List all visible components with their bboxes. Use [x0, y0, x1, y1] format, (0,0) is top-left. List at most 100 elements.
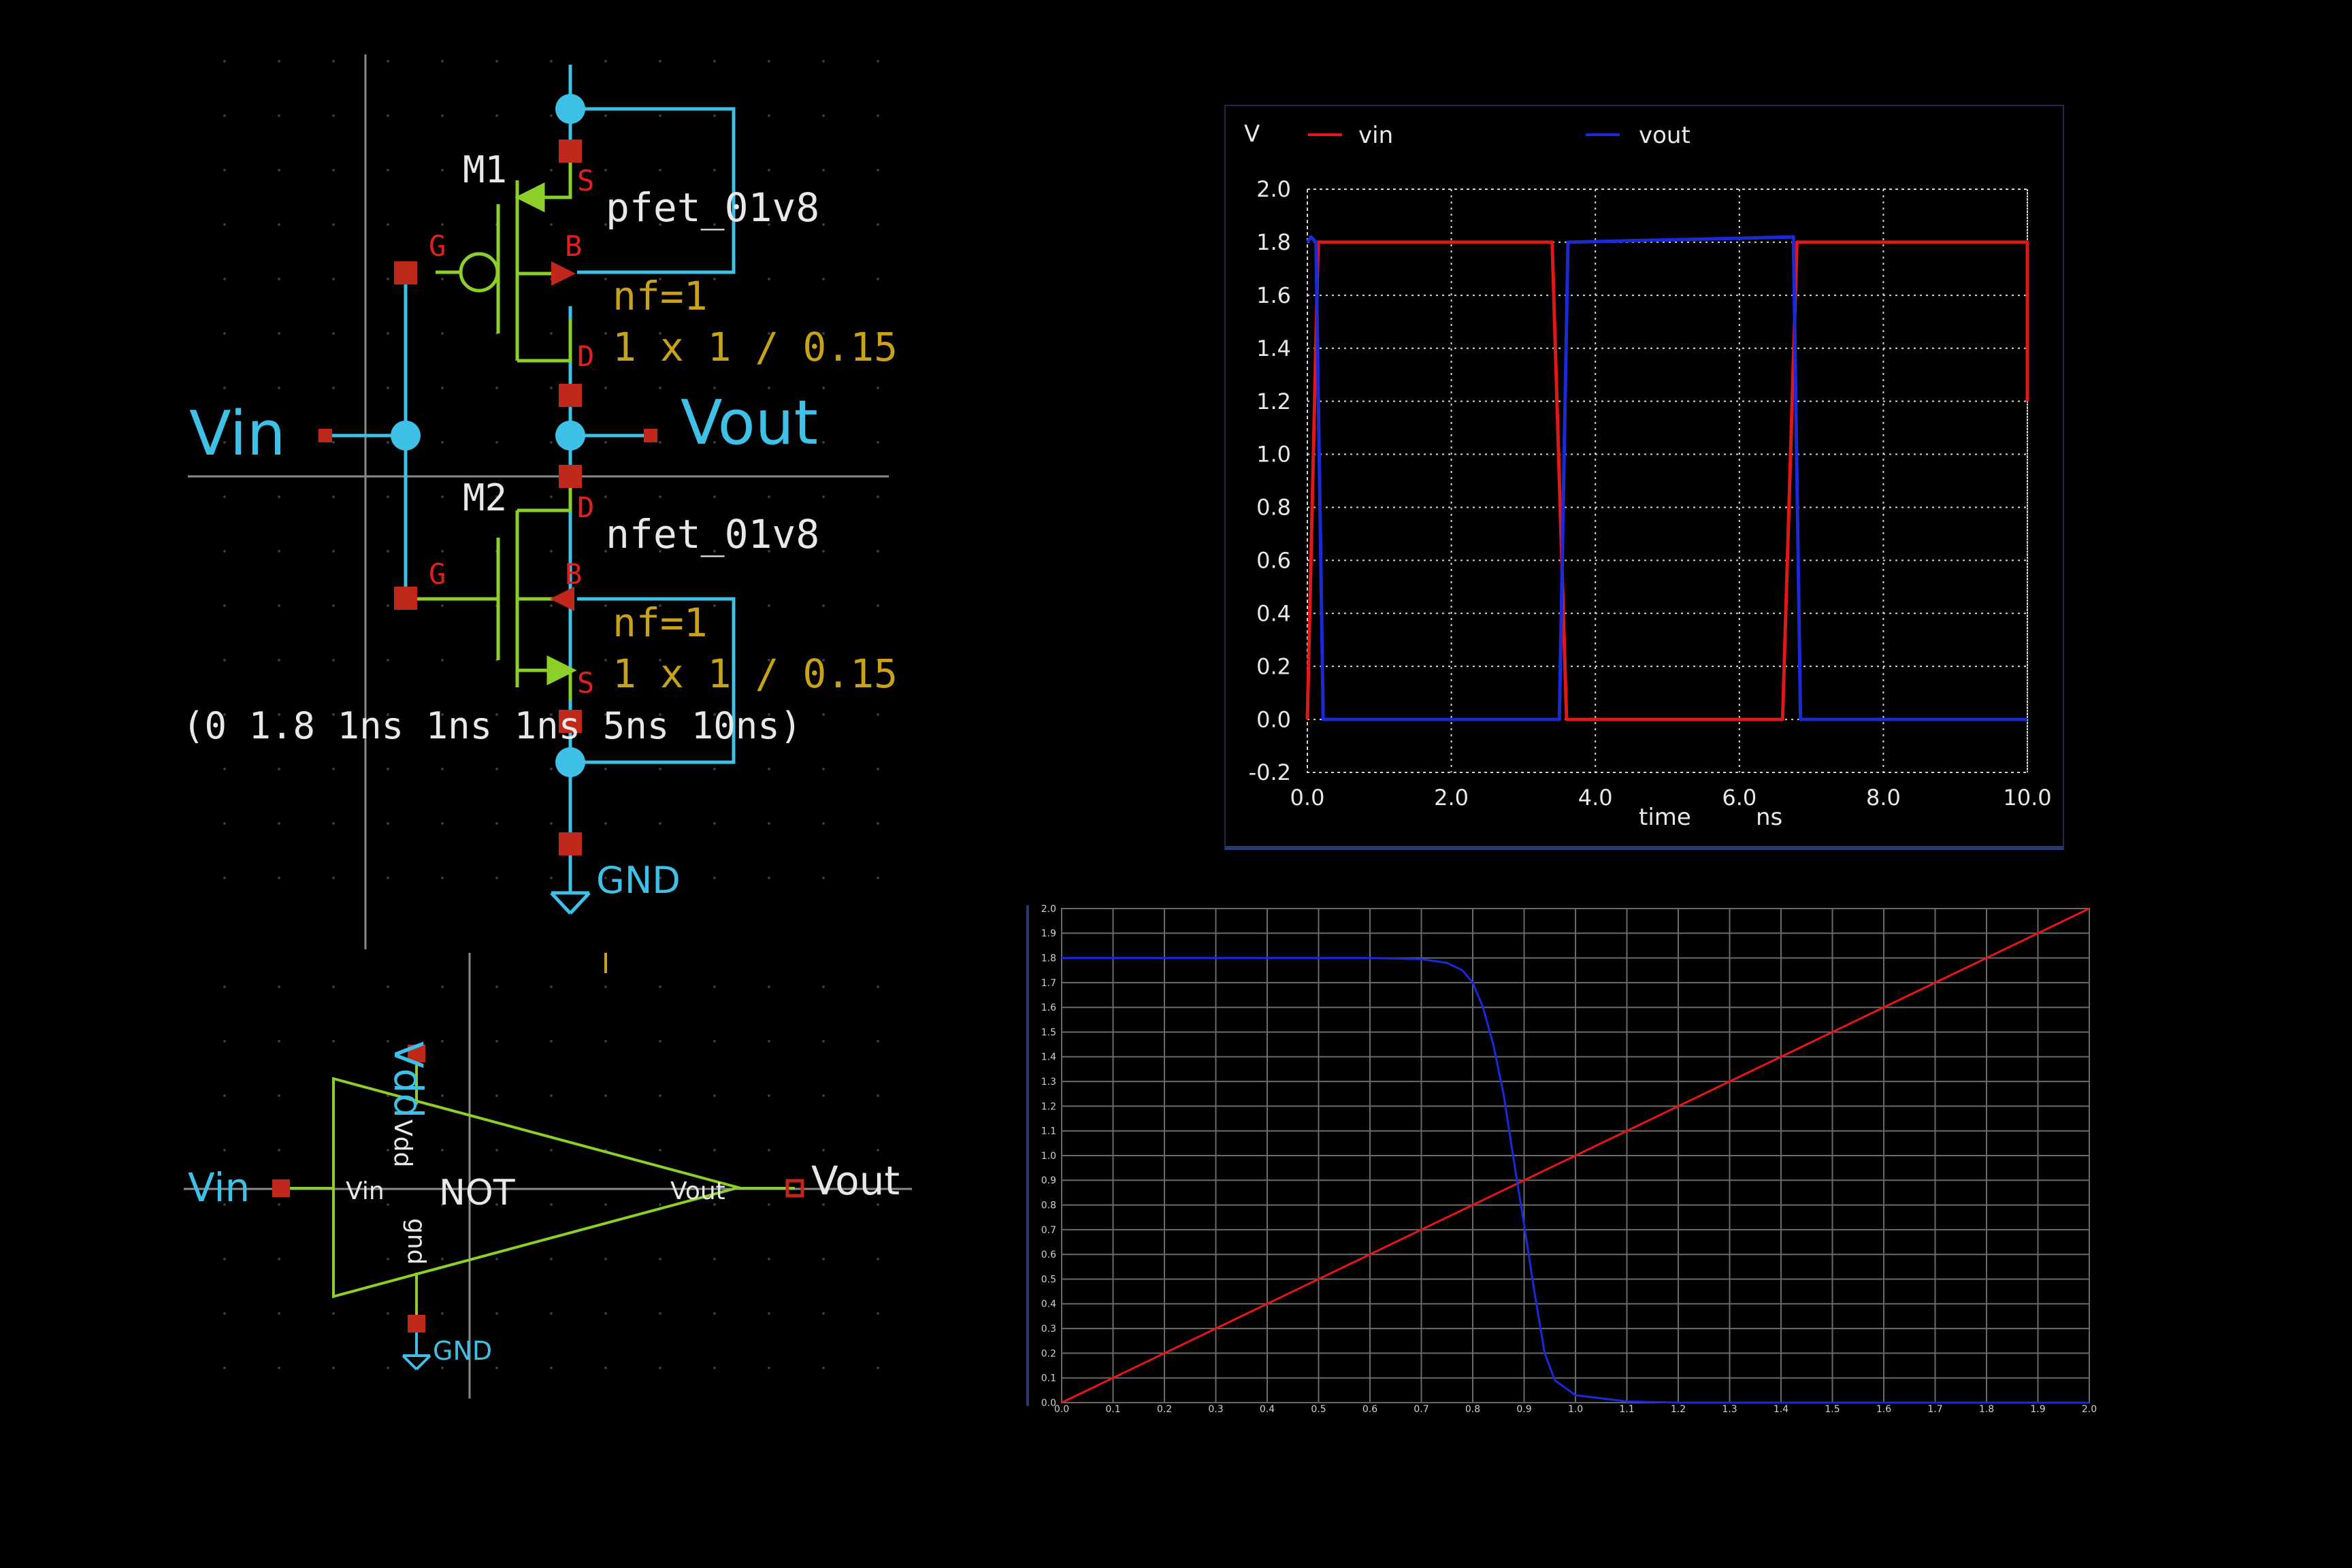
x-tick-label: 0.7 [1414, 1404, 1428, 1415]
symbol-pin-gnd: gnd [402, 1218, 430, 1265]
y-tick-label: 0.2 [1041, 1348, 1056, 1359]
y-tick-label: -0.2 [1249, 760, 1291, 785]
y-tick-label: 1.4 [1256, 336, 1291, 361]
m2-pin-s: S [577, 666, 594, 700]
y-tick-label: 0.9 [1041, 1175, 1056, 1186]
gnd-label: GND [596, 859, 681, 902]
y-tick-label: 0.5 [1041, 1274, 1056, 1285]
y-tick-label: 1.4 [1041, 1052, 1056, 1063]
y-tick-label: 0.2 [1256, 653, 1291, 679]
x-tick-label: 0.6 [1362, 1404, 1377, 1415]
m2-pin-b: B [565, 557, 582, 591]
y-tick-label: 0.6 [1041, 1250, 1056, 1260]
symbol-pin-vdd: Vdd [389, 1120, 416, 1167]
symbol-vin-label: Vin [188, 1164, 250, 1211]
m1-size: 1 x 1 / 0.15 [612, 324, 898, 370]
symbol-vdd-label: Vdd [385, 1041, 431, 1118]
x-tick-label: 1.4 [1774, 1404, 1788, 1415]
x-tick-label: 0.1 [1105, 1404, 1120, 1415]
legend-label-vin: vin [1358, 122, 1393, 149]
transient-chart[interactable]: 0.0 2.0 4.0 6.0 8.0 10.0-0.20.00.20.40.60.81.… [1224, 105, 2064, 850]
symbol-grid [184, 953, 912, 1402]
m2-model: nfet_01v8 [606, 511, 819, 557]
y-tick-label: 0.0 [1041, 1398, 1056, 1409]
y-tick-label: 0.4 [1256, 600, 1291, 626]
m1-nf: nf=1 [612, 273, 708, 319]
y-tick-label: 0.3 [1041, 1324, 1056, 1335]
not-gate-symbol[interactable]: Vin Vout Vdd GND NOT Vin Vout Vdd gnd [184, 953, 912, 1402]
m2-name: M2 [463, 476, 507, 519]
y-tick-label: 0.8 [1041, 1200, 1056, 1211]
y-tick-label: 1.2 [1041, 1101, 1056, 1112]
y-tick-label: 2.0 [1256, 176, 1291, 202]
m2-pin-d: D [577, 491, 594, 524]
y-tick-label: 1.1 [1041, 1126, 1056, 1137]
y-tick-label: 1.3 [1041, 1077, 1056, 1088]
y-tick-label: 1.6 [1041, 1002, 1056, 1013]
x-tick-label: 1.3 [1722, 1404, 1737, 1415]
x-tick-label: 0.3 [1208, 1404, 1223, 1415]
x-tick-label: 0.4 [1260, 1404, 1275, 1415]
x-tick-label: 1.5 [1825, 1404, 1840, 1415]
inverter-schematic: M1 S G B D pfet_01v8 nf=1 1 x 1 / 0.15 M… [182, 41, 898, 973]
y-tick-label: 1.5 [1041, 1027, 1056, 1038]
y-tick-label: 1.9 [1041, 928, 1056, 939]
y-tick-label: 1.2 [1256, 389, 1291, 414]
transient-ylabel: V [1244, 120, 1260, 148]
m1-pin-g: G [429, 229, 446, 263]
y-tick-label: 0.1 [1041, 1373, 1056, 1384]
symbol-pin-vin: Vin [346, 1177, 385, 1205]
x-tick-label: 1.6 [1876, 1404, 1891, 1415]
x-tick-label: 1.1 [1619, 1404, 1634, 1415]
y-tick-label: 0.6 [1256, 548, 1291, 574]
y-tick-label: 0.4 [1041, 1299, 1056, 1310]
x-tick-label: 1.0 [1568, 1404, 1583, 1415]
x-tick-label: 0.0 [1054, 1404, 1069, 1415]
m2-pin-g: G [429, 557, 446, 591]
x-tick-label: 0.9 [1516, 1404, 1531, 1415]
transient-chart-frame [1224, 105, 2064, 850]
symbol-name: NOT [439, 1173, 515, 1213]
legend-label-vout: vout [1639, 122, 1690, 149]
dc-transfer-chart[interactable]: 0.0 0.1 0.2 0.3 0.4 0.5 0.6 0.7 0.8 0.9 1.0 1.1 1.2 1… [1026, 904, 2097, 1415]
x-tick-label: 1.2 [1671, 1404, 1686, 1415]
m1-name: M1 [463, 148, 507, 191]
x-tick-label: 8.0 [1866, 785, 1901, 811]
m2-nf: nf=1 [612, 600, 708, 646]
y-tick-label: 1.0 [1041, 1151, 1056, 1162]
m2-size: 1 x 1 / 0.15 [612, 651, 898, 697]
x-tick-label: 6.0 [1722, 785, 1757, 811]
y-tick-label: 2.0 [1041, 904, 1056, 915]
x-tick-label: 0.2 [1157, 1404, 1172, 1415]
symbol-gnd-label: GND [433, 1336, 492, 1366]
vout-label: Vout [681, 387, 818, 459]
m1-pin-d: D [577, 340, 594, 373]
symbol-pin-vout: Vout [670, 1177, 725, 1205]
x-tick-label: 2.0 [2082, 1404, 2097, 1415]
symbol-vout-label: Vout [811, 1158, 900, 1204]
y-tick-label: 1.7 [1041, 978, 1056, 989]
canvas: M1 S G B D pfet_01v8 nf=1 1 x 1 / 0.15 M… [182, 41, 2097, 1415]
y-tick-label: 1.8 [1256, 229, 1291, 255]
x-tick-label: 1.9 [2030, 1404, 2045, 1415]
m1-pin-s: S [577, 164, 594, 197]
y-tick-label: 1.0 [1256, 442, 1291, 468]
x-tick-label: 0.8 [1465, 1404, 1480, 1415]
x-tick-label: 4.0 [1578, 785, 1613, 811]
y-tick-label: 1.8 [1041, 953, 1056, 964]
y-tick-label: 0.8 [1256, 495, 1291, 521]
x-tick-label: 1.8 [1979, 1404, 1994, 1415]
vin-label: Vin [189, 398, 286, 470]
x-tick-label: 2.0 [1434, 785, 1469, 811]
x-tick-label: 0.0 [1290, 785, 1325, 811]
x-tick-label: 1.7 [1927, 1404, 1942, 1415]
y-tick-label: 0.7 [1041, 1225, 1056, 1236]
pulse-spec: (0 1.8 1ns 1ns 1ns 5ns 10ns) [182, 704, 802, 747]
x-tick-label: 10.0 [2003, 785, 2051, 811]
schematic-grid [184, 41, 898, 926]
m1-model: pfet_01v8 [606, 184, 819, 231]
y-tick-label: 0.0 [1256, 706, 1291, 732]
m1-pin-b: B [565, 229, 582, 263]
transient-xunit: ns [1756, 804, 1782, 831]
transient-xlabel: time [1639, 804, 1691, 831]
